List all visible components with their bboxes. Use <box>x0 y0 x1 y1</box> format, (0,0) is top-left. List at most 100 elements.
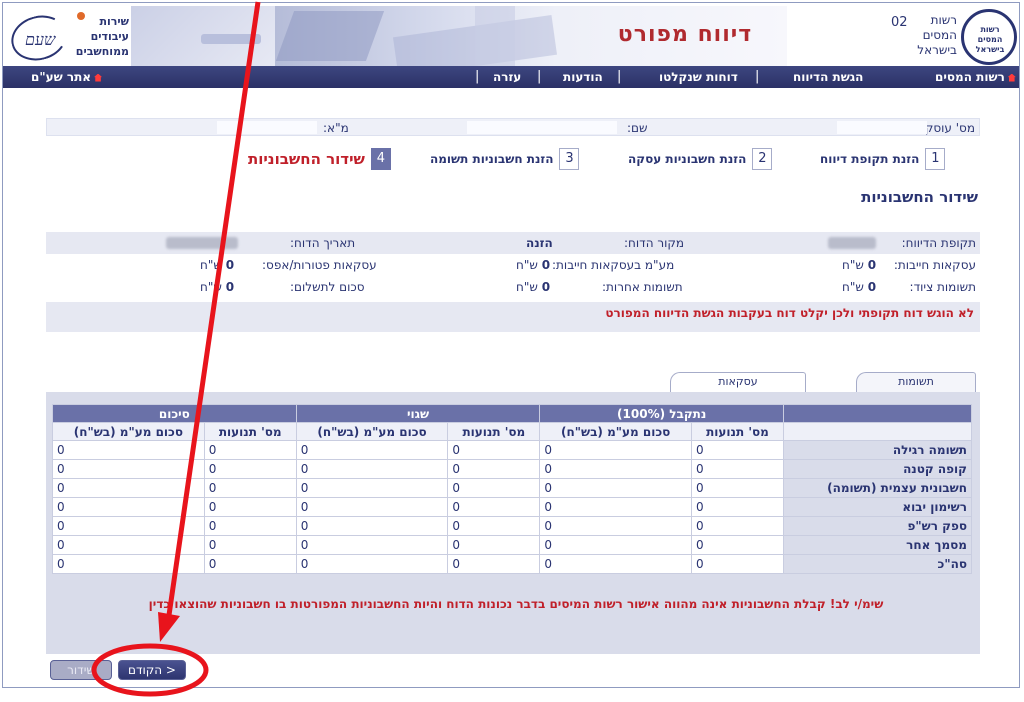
row-label-subheader <box>783 422 972 441</box>
step-label: הזנת חשבוניות תשומה <box>430 152 554 166</box>
table-body: תשומה רגילה 0 0 0 0 0 0 קופה קטנה 0 0 0 0 0 0 חשבונית … <box>52 440 972 574</box>
table-cell: 0 <box>691 478 784 498</box>
vat-taxable-amount: 0 <box>541 258 551 272</box>
logo-signature: שעם <box>25 30 56 49</box>
vat-file-value <box>217 121 317 134</box>
table-cell: 0 <box>447 459 541 479</box>
row-label: ספק רש"פ <box>783 516 972 536</box>
periodic-report-warning: לא הוגש דוח תקופתי ולכן יקלט דוח בעקבות … <box>605 306 974 320</box>
col-vat: סכום מע"מ (בש"ח) <box>295 422 449 441</box>
dealer-number-label: מס' עוסק: <box>920 121 975 135</box>
currency: ש"ח <box>200 280 222 294</box>
home-icon <box>1007 73 1016 82</box>
table-cell: 0 <box>447 554 541 574</box>
step-label: הזנת חשבוניות עסקה <box>628 152 747 166</box>
exempt-deals-label: עסקאות פטורות/אפס: <box>262 258 377 272</box>
table-cell: 0 <box>691 554 784 574</box>
table-row: חשבונית עצמית (תשומה) 0 0 0 0 0 0 <box>52 478 972 498</box>
table-row: סה"כ 0 0 0 0 0 0 <box>52 554 972 574</box>
step-2[interactable]: 2 הזנת חשבוניות עסקה <box>628 148 773 170</box>
nav-divider: | <box>475 69 480 84</box>
other-inputs-value: 0 ש"ח <box>516 280 550 294</box>
nav-submit[interactable]: הגשת הדיווח <box>793 70 863 84</box>
nav-divider: | <box>755 69 760 84</box>
table-cell: 0 <box>539 459 692 479</box>
nav-received-reports[interactable]: דוחות שנקלטו <box>659 70 738 84</box>
col-count: מס' תנועות <box>203 422 297 441</box>
previous-button[interactable]: < הקודם <box>118 660 186 680</box>
step-3[interactable]: 3 הזנת חשבוניות תשומה <box>430 148 580 170</box>
exempt-deals-value: 0 ש"ח <box>200 258 234 272</box>
step-number: 4 <box>370 148 391 170</box>
tax-authority-emblem-icon[interactable]: רשות המסים בישראל <box>961 9 1017 65</box>
row-label: מסמך אחר <box>783 535 972 555</box>
period-value-redacted <box>828 237 876 249</box>
table-cell: 0 <box>539 554 692 574</box>
summary-warning-row: לא הוגש דוח תקופתי ולכן יקלט דוח בעקבות … <box>46 302 980 332</box>
tab-inputs[interactable]: תשומות <box>856 372 976 392</box>
equipment-inputs-amount: 0 <box>867 280 877 294</box>
currency: ש"ח <box>516 280 538 294</box>
step-number: 2 <box>752 148 773 170</box>
send-button[interactable]: שידור <box>50 660 112 680</box>
nav-shaam-label: אתר שע"ם <box>31 70 92 84</box>
table-cell: 0 <box>691 497 784 517</box>
table-group-header: נתקבל (100%) שגוי סיכום <box>52 404 972 423</box>
table-row: ספק רש"פ 0 0 0 0 0 0 <box>52 516 972 536</box>
table-cell: 0 <box>295 440 449 460</box>
table-cell: 0 <box>295 497 449 517</box>
nav-shaam-site[interactable]: אתר שע"ם <box>31 70 103 84</box>
group-accepted: נתקבל (100%) <box>539 404 784 423</box>
currency: ש"ח <box>200 258 222 272</box>
section-title: שידור החשבוניות <box>861 188 978 206</box>
payment-amount: 0 <box>225 280 235 294</box>
table-cell: 0 <box>203 516 297 536</box>
table-cell: 0 <box>203 497 297 517</box>
tab-deals[interactable]: עסקאות <box>670 372 806 392</box>
table-cell: 0 <box>691 459 784 479</box>
table-cell: 0 <box>295 459 449 479</box>
table-cell: 0 <box>52 516 205 536</box>
nav-home[interactable]: רשות המסים <box>935 70 1016 84</box>
currency: ש"ח <box>516 258 538 272</box>
table-cell: 0 <box>295 554 449 574</box>
table-cell: 0 <box>539 478 692 498</box>
table-cell: 0 <box>203 535 297 555</box>
table-cell: 0 <box>52 497 205 517</box>
row-label: חשבונית עצמית (תשומה) <box>783 478 972 498</box>
table-cell: 0 <box>52 535 205 555</box>
table-cell: 0 <box>691 440 784 460</box>
table-cell: 0 <box>691 535 784 555</box>
row-label: רשימון יבוא <box>783 497 972 517</box>
table-cell: 0 <box>52 478 205 498</box>
inputs-panel: נתקבל (100%) שגוי סיכום מס' תנועות סכום … <box>46 392 980 654</box>
table-row: תשומה רגילה 0 0 0 0 0 0 <box>52 440 972 460</box>
shaam-logo[interactable]: שעם שירות עיבודים ממוחשבים <box>6 6 131 67</box>
equipment-inputs-label: תשומות ציוד: <box>909 280 976 294</box>
taxable-deals-value: 0 ש"ח <box>842 258 876 272</box>
period-label: תקופת הדיווח: <box>901 236 976 250</box>
tax-authority-name: רשות המסים בישראל <box>917 13 957 57</box>
table-cell: 0 <box>447 440 541 460</box>
report-date-label: תאריך הדוח: <box>290 236 356 250</box>
table-cell: 0 <box>539 535 692 555</box>
vat-file-label: מ"א: <box>323 121 349 135</box>
report-date-redacted <box>166 237 238 249</box>
currency: ש"ח <box>842 258 864 272</box>
payment-value: 0 ש"ח <box>200 280 234 294</box>
dealer-number-value <box>837 121 927 134</box>
row-label: תשומה רגילה <box>783 440 972 460</box>
currency: ש"ח <box>842 280 864 294</box>
col-vat: סכום מע"מ (בש"ח) <box>52 422 205 441</box>
step-1[interactable]: 1 הזנת תקופת דיווח <box>820 148 946 170</box>
nav-help[interactable]: עזרה <box>493 70 521 84</box>
table-column-header: מס' תנועות סכום מע"מ (בש"ח) מס' תנועות ס… <box>52 422 972 441</box>
dealer-name-label: שם: <box>627 121 648 135</box>
other-inputs-label: תשומות אחרות: <box>602 280 683 294</box>
table-cell: 0 <box>447 478 541 498</box>
table-cell: 0 <box>295 535 449 555</box>
equipment-inputs-value: 0 ש"ח <box>842 280 876 294</box>
table-cell: 0 <box>295 478 449 498</box>
group-total: סיכום <box>52 404 297 423</box>
nav-messages[interactable]: הודעות <box>563 70 603 84</box>
